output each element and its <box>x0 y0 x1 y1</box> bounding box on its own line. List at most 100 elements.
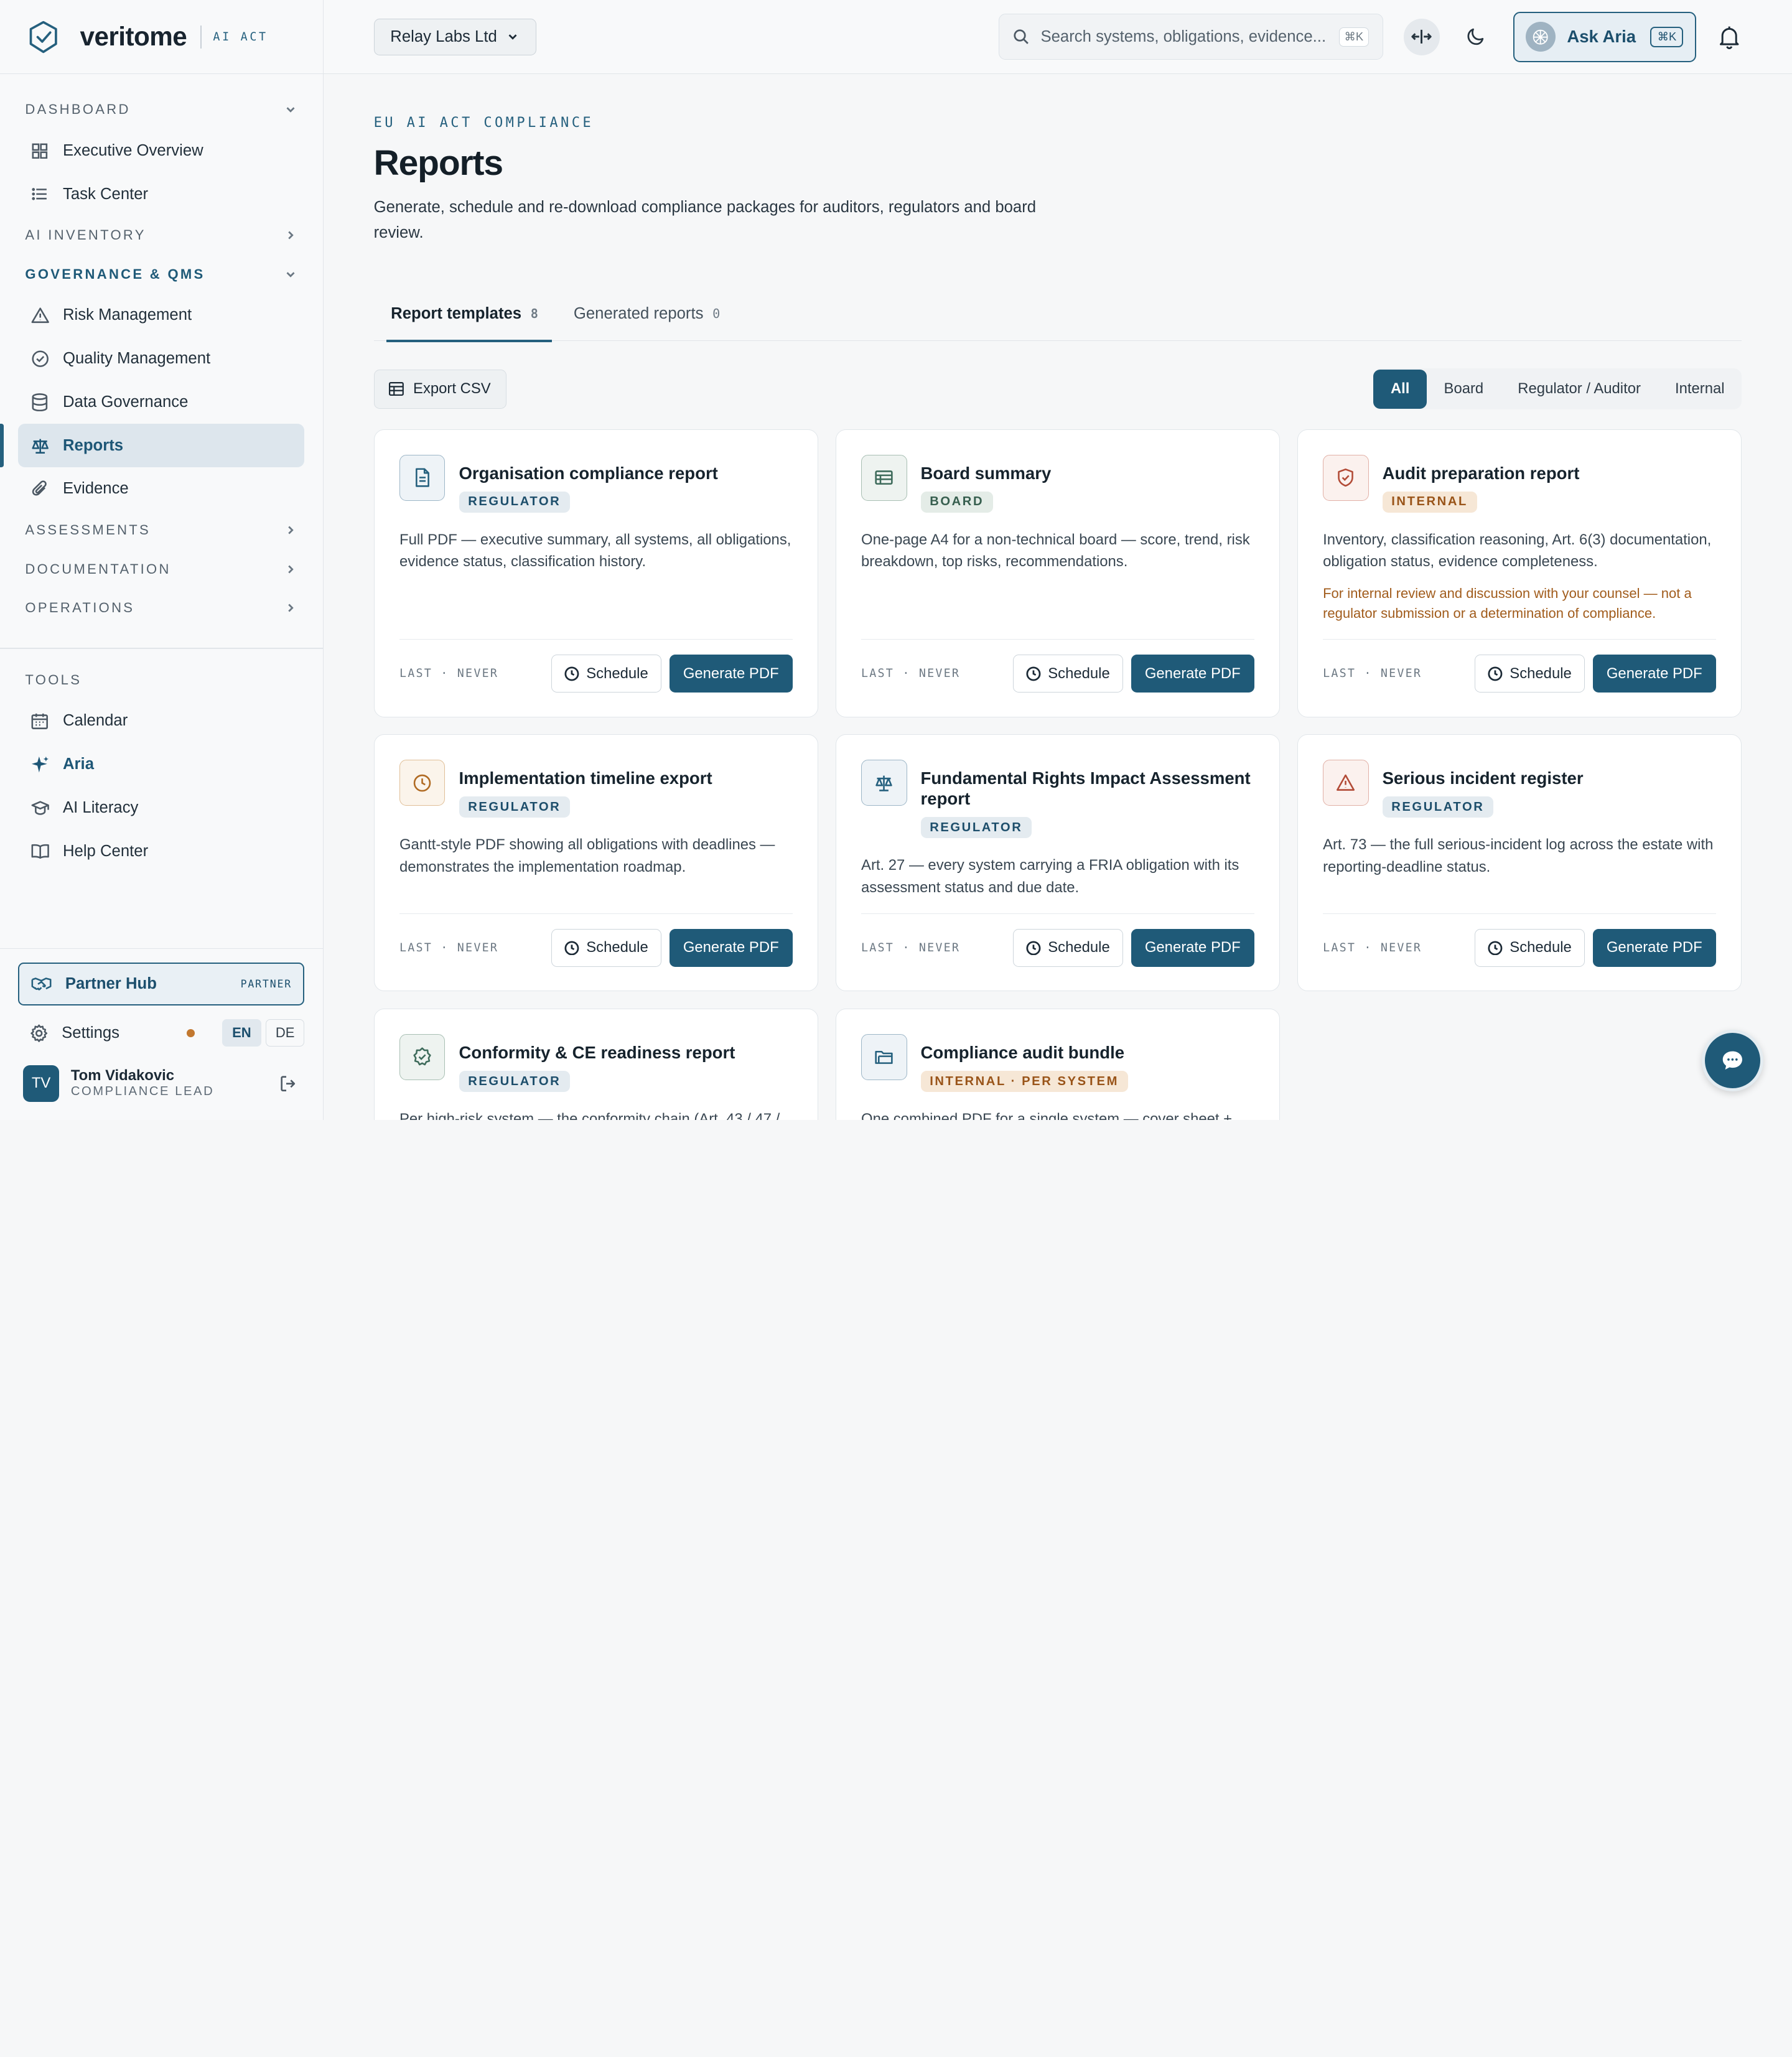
sidebar-item-help-center[interactable]: Help Center <box>18 829 304 873</box>
generate-pdf-button[interactable]: Generate PDF <box>1592 929 1716 967</box>
search-input[interactable]: Search systems, obligations, evidence...… <box>999 14 1383 60</box>
schedule-label: Schedule <box>1510 939 1572 956</box>
audience-badge: REGULATOR <box>1382 796 1494 818</box>
filter-internal[interactable]: Internal <box>1658 370 1742 408</box>
paperclip-icon <box>31 480 49 498</box>
user-role: COMPLIANCE LEAD <box>70 1084 215 1099</box>
card-description: Inventory, classification reasoning, Art… <box>1323 531 1712 571</box>
audience-badge: BOARD <box>920 491 993 513</box>
tab-report-templates[interactable]: Report templates 8 <box>374 289 552 343</box>
organization-select[interactable]: Relay Labs Ltd <box>373 18 537 55</box>
section-governance[interactable]: GOVERNANCE & QMS <box>0 255 323 294</box>
card-description: Full PDF — executive summary, all system… <box>399 531 791 571</box>
sidebar-item-label: Evidence <box>62 480 129 498</box>
card-title: Organisation compliance report <box>459 463 718 483</box>
schedule-button[interactable]: Schedule <box>1475 929 1585 967</box>
generate-pdf-button[interactable]: Generate PDF <box>669 929 793 967</box>
audience-badge: INTERNAL · PER SYSTEM <box>920 1071 1128 1093</box>
tab-count: 8 <box>530 306 538 322</box>
sidebar-item-calendar[interactable]: Calendar <box>18 699 304 743</box>
clock-icon <box>564 940 579 955</box>
scale-icon <box>861 760 907 806</box>
sidebar-item-data-governance[interactable]: Data Governance <box>18 381 304 424</box>
filter-regulator-auditor[interactable]: Regulator / Auditor <box>1501 370 1658 408</box>
card-disclaimer: For internal review and discussion with … <box>1323 585 1692 621</box>
section-dashboard[interactable]: DASHBOARD <box>0 90 323 129</box>
card-title: Serious incident register <box>1382 768 1584 788</box>
user-profile[interactable]: TV Tom Vidakovic COMPLIANCE LEAD <box>18 1058 304 1109</box>
sidebar-item-risk-management[interactable]: Risk Management <box>18 294 304 337</box>
expand-width-button[interactable] <box>1403 18 1440 55</box>
schedule-button[interactable]: Schedule <box>551 929 661 967</box>
generate-pdf-button[interactable]: Generate PDF <box>1131 929 1254 967</box>
sidebar-item-evidence[interactable]: Evidence <box>18 467 304 511</box>
schedule-button[interactable]: Schedule <box>551 655 661 693</box>
sidebar-item-label: Reports <box>62 436 124 454</box>
page-eyebrow: EU AI ACT COMPLIANCE <box>373 115 594 131</box>
folder-icon <box>861 1034 907 1080</box>
handshake-icon <box>31 977 52 991</box>
audience-badge: REGULATOR <box>920 817 1032 839</box>
generate-pdf-button[interactable]: Generate PDF <box>669 655 793 693</box>
section-label: TOOLS <box>25 671 82 688</box>
topbar: Relay Labs Ltd Search systems, obligatio… <box>323 0 1792 75</box>
schedule-button[interactable]: Schedule <box>1013 929 1123 967</box>
section-assessments[interactable]: ASSESSMENTS <box>0 511 323 549</box>
gear-icon <box>30 1024 47 1042</box>
search-placeholder: Search systems, obligations, evidence... <box>1040 27 1327 45</box>
bell-icon[interactable] <box>1717 24 1742 50</box>
brand: veritome AI ACT <box>0 0 323 75</box>
export-csv-button[interactable]: Export CSV <box>373 370 506 409</box>
card-footer: LAST · NEVER Schedule Generate PDF <box>1323 639 1716 693</box>
logout-icon[interactable] <box>279 1075 297 1093</box>
audience-badge: INTERNAL <box>1382 491 1477 513</box>
ask-aria-label: Ask Aria <box>1567 27 1636 47</box>
chevron-right-icon <box>288 565 294 573</box>
report-tabs: Report templates 8 Generated reports 0 <box>373 289 1742 343</box>
card-title: Audit preparation report <box>1382 463 1580 483</box>
chat-bubble-icon <box>1722 1051 1743 1070</box>
brand-tag: AI ACT <box>213 30 268 44</box>
sidebar-footer: Partner Hub PARTNER Settings EN DE TV To… <box>0 948 323 1120</box>
card-title: Fundamental Rights Impact Assessment rep… <box>920 768 1251 809</box>
sidebar-divider <box>0 648 323 650</box>
settings-link[interactable]: Settings <box>62 1024 173 1042</box>
last-generated: LAST · NEVER <box>399 941 499 954</box>
theme-toggle-button[interactable] <box>1458 19 1495 55</box>
sidebar-item-label: Task Center <box>62 185 149 203</box>
sidebar-item-reports[interactable]: Reports <box>18 424 305 468</box>
sidebar-item-label: Risk Management <box>62 306 192 324</box>
report-card-serious-incident: Serious incident register REGULATOR Art.… <box>1297 734 1742 992</box>
audience-badge: REGULATOR <box>459 491 571 513</box>
section-label: GOVERNANCE & QMS <box>25 266 205 282</box>
sidebar-item-quality-management[interactable]: Quality Management <box>18 337 304 381</box>
ask-aria-button[interactable]: Ask Aria ⌘K <box>1513 11 1696 62</box>
tab-generated-reports[interactable]: Generated reports 0 <box>556 289 734 341</box>
sidebar-item-task-center[interactable]: Task Center <box>18 172 304 216</box>
tab-label: Generated reports <box>573 304 704 322</box>
table-icon <box>861 455 907 501</box>
search-shortcut: ⌘K <box>1339 27 1369 47</box>
generate-pdf-button[interactable]: Generate PDF <box>1592 655 1716 693</box>
sidebar-item-executive-overview[interactable]: Executive Overview <box>18 129 304 173</box>
chat-button[interactable] <box>1701 1029 1764 1092</box>
generate-pdf-button[interactable]: Generate PDF <box>1131 655 1254 693</box>
search-icon <box>1014 29 1029 45</box>
clock-icon <box>1026 940 1041 955</box>
lang-de-button[interactable]: DE <box>265 1019 305 1047</box>
partner-hub-button[interactable]: Partner Hub PARTNER <box>18 962 305 1006</box>
sidebar-item-ai-literacy[interactable]: AI Literacy <box>18 786 304 829</box>
last-generated: LAST · NEVER <box>1323 667 1422 681</box>
section-ai-inventory[interactable]: AI INVENTORY <box>0 216 323 254</box>
section-documentation[interactable]: DOCUMENTATION <box>0 549 323 588</box>
schedule-button[interactable]: Schedule <box>1013 655 1123 693</box>
sidebar-item-aria[interactable]: Aria <box>18 743 304 786</box>
report-card-implementation-timeline: Implementation timeline export REGULATOR… <box>373 734 819 992</box>
filter-all[interactable]: All <box>1373 370 1427 409</box>
language-switch: EN DE <box>222 1019 305 1047</box>
filter-board[interactable]: Board <box>1427 370 1501 408</box>
schedule-button[interactable]: Schedule <box>1475 655 1585 693</box>
lang-en-button[interactable]: EN <box>222 1019 261 1047</box>
section-operations[interactable]: OPERATIONS <box>0 589 323 627</box>
clock-icon <box>1026 666 1041 681</box>
